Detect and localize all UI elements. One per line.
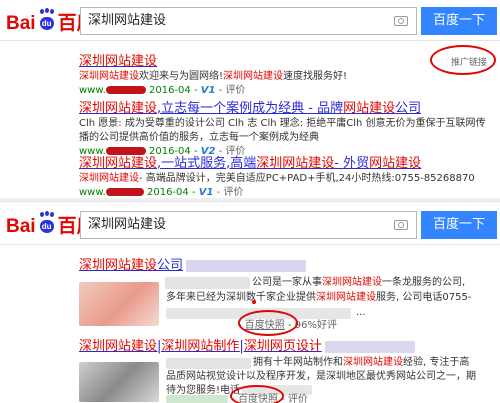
camera-icon[interactable] (394, 220, 408, 230)
top-screenshot-panel: Bai du 百度 深圳网站建设 百度一下 推广链接 深圳网站建设 深圳网站建设欢迎… (0, 0, 500, 198)
result-snippet: 深圳网站建设- 高端品牌设计，完美自适应PC+PAD+手机,24小时热线:075… (79, 173, 475, 184)
marker-dot (252, 300, 256, 304)
paw-icon: du (37, 8, 57, 31)
redaction-mark (105, 188, 144, 196)
result-snippet: Clh 愿景: 成为受尊重的设计公司 Clh 志 Clh 理念: 拒绝平庸Clh… (79, 118, 486, 129)
paw-icon: du (37, 211, 57, 234)
search-button[interactable]: 百度一下 (421, 7, 497, 35)
ad-result-3: 深圳网站建设,一站式服务,高端深圳网站建设- 外贸网站建设 深圳网站建设- 高端… (79, 155, 475, 198)
result-thumbnail (79, 282, 159, 326)
result-snippet-line2: 品质网站视觉设计以及程序开发，是深圳地区最优秀网站公司之一，期 (166, 371, 476, 382)
bottom-screenshot-panel: Bai du 百度 深圳网站建设 百度一下 深圳网站建设公司 公司是一家从事深圳网站… (0, 201, 500, 403)
search-button[interactable]: 百度一下 (421, 211, 497, 239)
ad-result-2: 深圳网站建设,立志每一个案例成为经典 - 品牌网站建设公司 Clh 愿景: 成为… (79, 100, 486, 159)
header-divider (0, 244, 500, 245)
result-thumbnail (79, 362, 159, 402)
header-divider (0, 40, 500, 41)
search-input[interactable]: 深圳网站建设 (80, 211, 417, 239)
redaction-mark (105, 147, 146, 155)
result-snippet: 深圳网站建设欢迎来与为圆网络!深圳网站建设速度找服务好! (79, 71, 348, 82)
organic-result-2: 深圳网站建设|深圳网站制作|深圳网页设计 (79, 338, 415, 355)
blurred-text (166, 358, 251, 369)
highlight-circle (238, 310, 298, 336)
bottom-header: Bai du 百度 深圳网站建设 百度一下 (0, 202, 500, 242)
blurred-text (165, 277, 250, 289)
result-title-link[interactable]: 深圳网站建设 (79, 53, 347, 70)
result-url[interactable]: www. 2016-04 - V1 - 评价 (79, 84, 347, 98)
result-url[interactable]: www. 2016-04 - V1 - 评价 (79, 186, 475, 198)
result-title-link[interactable]: 深圳网站建设公司 (79, 257, 307, 274)
search-input[interactable]: 深圳网站建设 (80, 7, 417, 35)
redaction-mark (105, 86, 146, 94)
organic-result-1: 深圳网站建设公司 (79, 257, 307, 274)
blurred-url (166, 395, 228, 403)
ad-result-1: 深圳网站建设 深圳网站建设欢迎来与为圆网络!深圳网站建设速度找服务好! www.… (79, 53, 347, 98)
result-snippet-line2: 多年来已经为深圳数千家企业提供深圳网站建设服务, 公司电话0755- (166, 292, 472, 303)
highlight-circle (430, 45, 496, 75)
result-title-link[interactable]: 深圳网站建设,立志每一个案例成为经典 - 品牌网站建设公司 (79, 100, 486, 117)
camera-icon[interactable] (394, 16, 408, 26)
highlight-circle (230, 385, 284, 403)
result-snippet-line2: 播的公司提供高价值的服务，立志每一个案例成为经典 (79, 132, 319, 143)
result-title-link[interactable]: 深圳网站建设|深圳网站制作|深圳网页设计 (79, 338, 415, 355)
top-header: Bai du 百度 深圳网站建设 百度一下 (0, 0, 500, 40)
result-title-link[interactable]: 深圳网站建设,一站式服务,高端深圳网站建设- 外贸网站建设 (79, 155, 475, 172)
result-snippet: 拥有十年网站制作和深圳网站建设经验, 专注于高 (253, 357, 470, 368)
result-snippet-ellipsis: ... (356, 307, 366, 318)
result-snippet: 公司是一家从事深圳网站建设一条龙服务的公司, (252, 277, 466, 288)
blurred-text (186, 259, 307, 272)
blurred-text (324, 340, 415, 353)
